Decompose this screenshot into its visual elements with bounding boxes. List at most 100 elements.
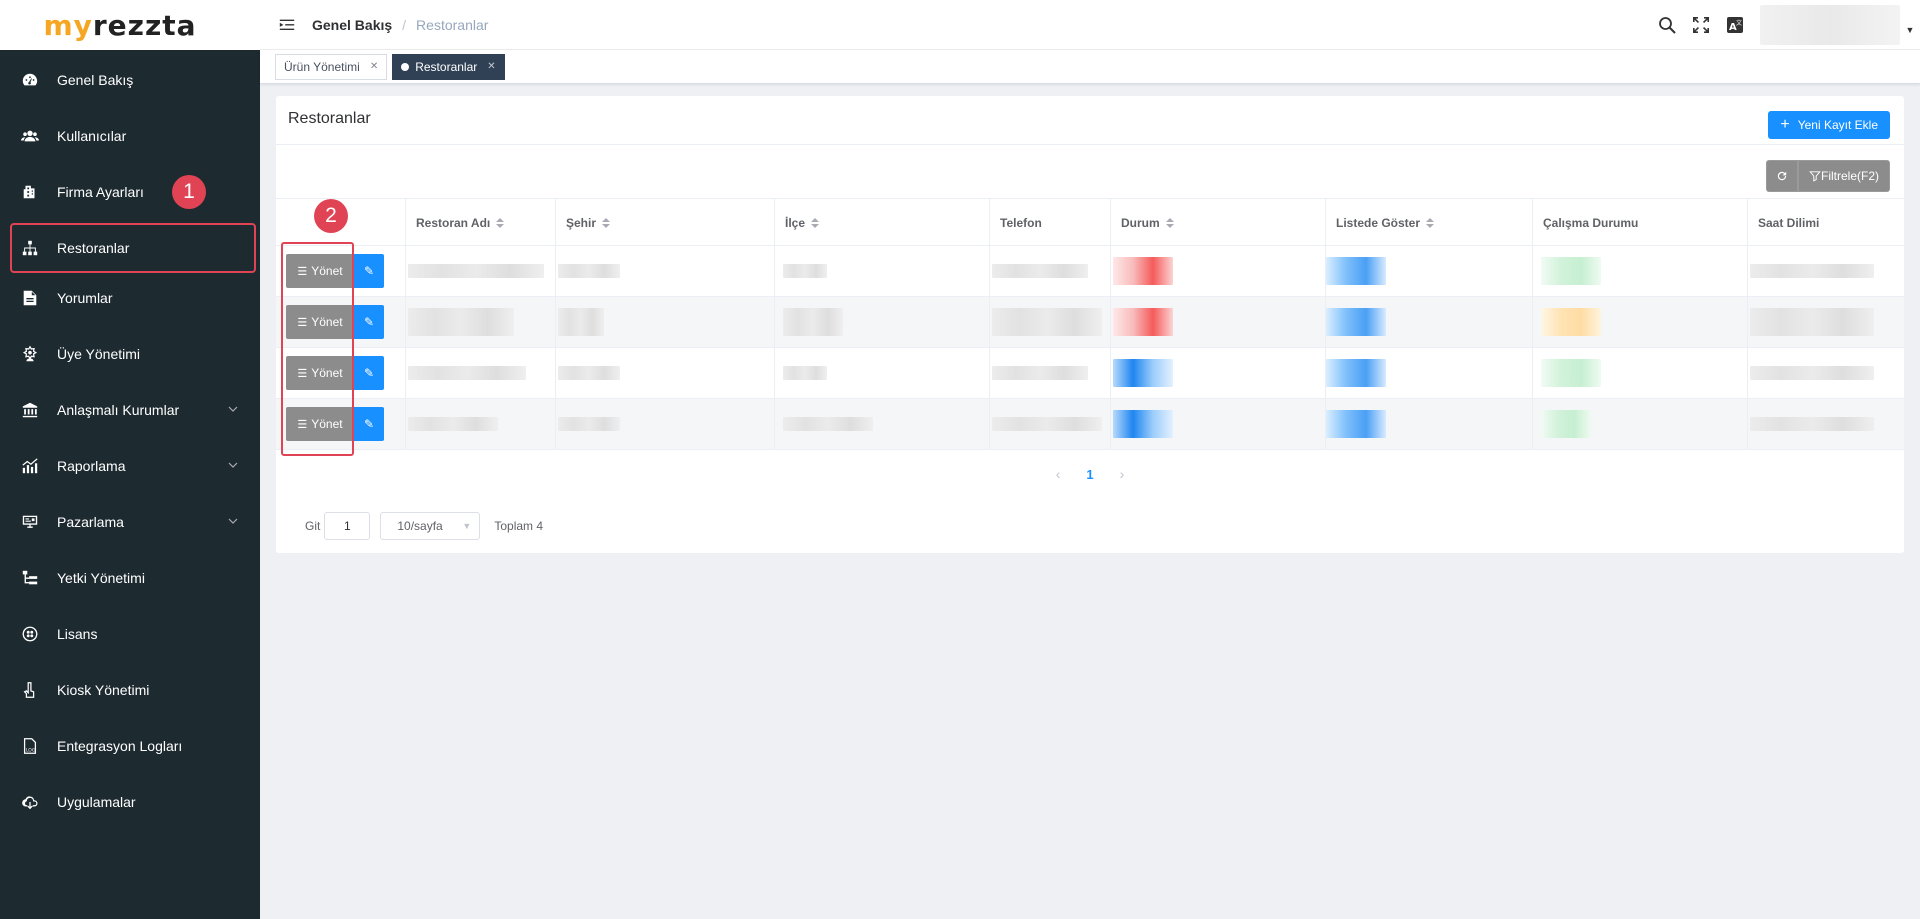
cell-calisma-durumu: [1533, 246, 1748, 296]
cell-telefon: [990, 297, 1111, 347]
cell-restoran-adi: [406, 399, 556, 449]
logo[interactable]: my rezzta: [0, 0, 260, 50]
page-size-select[interactable]: 10/sayfa ▼: [380, 512, 481, 540]
sidebar-item-yetki-yonetimi[interactable]: Yetki Yönetimi: [0, 550, 260, 606]
column-telefon: Telefon: [990, 199, 1111, 247]
sidebar-item-label: Kullanıcılar: [57, 128, 127, 144]
status-badge: [1113, 359, 1173, 387]
chevron-down-icon: [228, 406, 238, 412]
edit-button[interactable]: ✎: [354, 356, 384, 390]
sort-icon[interactable]: [1426, 218, 1435, 228]
cell-sehir: [556, 348, 775, 398]
cell-telefon: [990, 399, 1111, 449]
sort-icon[interactable]: [1165, 218, 1174, 228]
filter-icon: [1809, 171, 1821, 182]
manage-button[interactable]: ☰ Yönet: [286, 407, 354, 441]
filter-button[interactable]: Filtrele(F2): [1797, 160, 1890, 192]
edit-button[interactable]: ✎: [354, 305, 384, 339]
redacted-text: [783, 308, 843, 336]
sidebar-item-lisans[interactable]: Lisans: [0, 606, 260, 662]
manage-button[interactable]: ☰ Yönet: [286, 254, 354, 288]
table-row[interactable]: ☰ Yönet ✎: [276, 297, 1904, 348]
sidebar-item-anlasmali-kurumlar[interactable]: Anlaşmalı Kurumlar: [0, 382, 260, 438]
redacted-text: [558, 264, 620, 278]
sidebar-item-raporlama[interactable]: Raporlama: [0, 438, 260, 494]
sidebar-item-entegrasyon-loglari[interactable]: LOG Entegrasyon Logları: [0, 718, 260, 774]
row-actions: ☰ Yönet ✎: [276, 297, 406, 347]
language-icon[interactable]: A文: [1718, 15, 1752, 35]
marketing-icon: [20, 512, 40, 532]
sort-icon[interactable]: [602, 218, 611, 228]
sliders-icon: ☰: [297, 367, 308, 380]
prev-page-icon[interactable]: ‹: [1056, 466, 1061, 482]
add-new-button[interactable]: + Yeni Kayıt Ekle: [1768, 111, 1890, 139]
cloud-icon: [20, 792, 40, 812]
active-dot-icon: [401, 62, 410, 71]
redacted-text: [1750, 366, 1874, 380]
cell-ilce: [775, 399, 990, 449]
total-count: Toplam 4: [494, 519, 544, 533]
search-icon[interactable]: [1650, 15, 1684, 35]
sidebar-item-uygulamalar[interactable]: Uygulamalar: [0, 774, 260, 830]
cell-durum: [1111, 399, 1326, 449]
manage-button[interactable]: ☰ Yönet: [286, 356, 354, 390]
next-page-icon[interactable]: ›: [1120, 466, 1125, 482]
header-actions: A文 ▼: [1650, 0, 1920, 50]
edit-button[interactable]: ✎: [354, 254, 384, 288]
close-icon[interactable]: ✕: [487, 61, 495, 72]
user-avatar[interactable]: [1760, 5, 1900, 45]
table-row[interactable]: ☰ Yönet ✎: [276, 246, 1904, 297]
manage-button[interactable]: ☰ Yönet: [286, 305, 354, 339]
cell-durum: [1111, 297, 1326, 347]
breadcrumb: Genel Bakış / Restoranlar: [312, 17, 488, 33]
column-durum[interactable]: Durum: [1111, 199, 1326, 247]
column-restoran-adi[interactable]: Restoran Adı: [406, 199, 556, 247]
table-row[interactable]: ☰ Yönet ✎: [276, 348, 1904, 399]
close-icon[interactable]: ✕: [370, 61, 378, 72]
chevron-down-icon: [228, 518, 238, 524]
fullscreen-icon[interactable]: [1684, 15, 1718, 35]
tab-urun-yonetimi[interactable]: Ürün Yönetimi ✕: [275, 53, 388, 80]
redacted-text: [1750, 264, 1874, 278]
sidebar-item-firma-ayarlari[interactable]: Firma Ayarları 1: [0, 164, 260, 220]
sidebar-item-yorumlar[interactable]: Yorumlar: [0, 270, 260, 326]
status-badge: [1113, 308, 1173, 336]
sort-icon[interactable]: [811, 218, 820, 228]
edit-button[interactable]: ✎: [354, 407, 384, 441]
annotation-badge-2: 2: [314, 199, 348, 233]
caret-down-icon[interactable]: ▼: [1900, 25, 1920, 35]
cell-listede-goster: [1326, 399, 1533, 449]
redacted-text: [1750, 308, 1874, 336]
column-listede-goster[interactable]: Listede Göster: [1326, 199, 1533, 247]
menu-toggle-icon[interactable]: [278, 15, 298, 35]
license-icon: [20, 624, 40, 644]
breadcrumb-home[interactable]: Genel Bakış: [312, 17, 392, 33]
column-sehir[interactable]: Şehir: [556, 199, 775, 247]
app-root: my rezzta Genel Bakış Kullanıcılar Firma …: [0, 0, 1920, 919]
cell-telefon: [990, 348, 1111, 398]
redacted-text: [992, 264, 1088, 278]
manage-label: Yönet: [311, 264, 343, 278]
table-row[interactable]: ☰ Yönet ✎: [276, 399, 1904, 450]
cell-listede-goster: [1326, 246, 1533, 296]
redacted-text: [408, 366, 526, 380]
sidebar-item-kullanicilar[interactable]: Kullanıcılar: [0, 108, 260, 164]
sidebar-item-uye-yonetimi[interactable]: Üye Yönetimi: [0, 326, 260, 382]
dashboard-icon: [20, 70, 40, 90]
sidebar-item-pazarlama[interactable]: Pazarlama: [0, 494, 260, 550]
sidebar-item-genel-bakis[interactable]: Genel Bakış: [0, 52, 260, 108]
tab-restoranlar[interactable]: Restoranlar ✕: [392, 53, 505, 80]
sidebar-item-label: Yorumlar: [57, 290, 113, 306]
goto-page-input[interactable]: 1: [324, 512, 371, 540]
sidebar-item-kiosk-yonetimi[interactable]: Kiosk Yönetimi: [0, 662, 260, 718]
redacted-text: [992, 366, 1088, 380]
restaurants-card: Restoranlar + Yeni Kayıt Ekle Filtrele(F…: [276, 96, 1904, 553]
sort-icon[interactable]: [496, 218, 505, 228]
page-number[interactable]: 1: [1086, 467, 1093, 482]
redacted-text: [992, 308, 1102, 336]
breadcrumb-current: Restoranlar: [416, 16, 489, 33]
column-ilce[interactable]: İlçe: [775, 199, 990, 247]
refresh-button[interactable]: [1765, 160, 1798, 192]
sidebar-item-restoranlar[interactable]: Restoranlar: [10, 223, 256, 273]
column-label: Telefon: [1000, 216, 1042, 230]
